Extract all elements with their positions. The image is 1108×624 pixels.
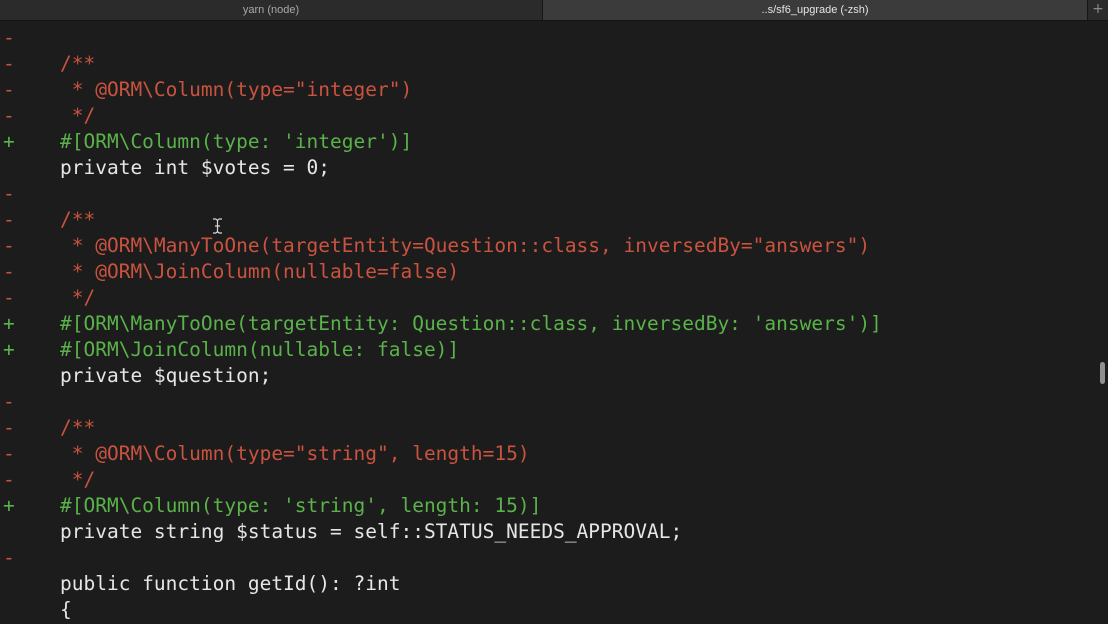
- diff-marker: +: [3, 312, 15, 335]
- diff-line-added: + #[ORM\JoinColumn(nullable: false)]: [0, 337, 1090, 363]
- diff-line-added: + #[ORM\Column(type: 'string', length: 15…: [0, 493, 1090, 519]
- code-text: private int $votes = 0;: [60, 156, 331, 179]
- diff-line-removed: - */: [0, 467, 1090, 493]
- diff-line-context: {: [0, 597, 1090, 623]
- code-text: */: [60, 286, 96, 309]
- diff-marker: -: [3, 234, 15, 257]
- diff-marker: -: [3, 208, 15, 231]
- diff-marker: -: [3, 52, 15, 75]
- diff-line-removed: - /**: [0, 415, 1090, 441]
- diff-marker: -: [3, 416, 15, 439]
- diff-marker: -: [3, 442, 15, 465]
- code-text: private $question;: [60, 364, 272, 387]
- code-text: #[ORM\ManyToOne(targetEntity: Question::…: [60, 312, 882, 335]
- diff-line-context: private int $votes = 0;: [0, 155, 1090, 181]
- diff-marker: -: [3, 468, 15, 491]
- code-text: * @ORM\ManyToOne(targetEntity=Question::…: [60, 234, 871, 257]
- diff-marker: +: [3, 494, 15, 517]
- code-text: private string $status = self::STATUS_NE…: [60, 520, 683, 543]
- diff-line-removed: - */: [0, 285, 1090, 311]
- code-text: */: [60, 104, 96, 127]
- diff-marker: +: [3, 338, 15, 361]
- scrollbar-thumb[interactable]: [1100, 362, 1105, 384]
- tab-yarn-node[interactable]: yarn (node): [0, 0, 543, 20]
- diff-line-removed: -: [0, 389, 1090, 415]
- diff-line-removed: - * @ORM\Column(type="string", length=15…: [0, 441, 1090, 467]
- diff-marker: -: [3, 78, 15, 101]
- diff-line-removed: - /**: [0, 207, 1090, 233]
- diff-line-removed: -: [0, 545, 1090, 571]
- tab-bar: yarn (node) ..s/sf6_upgrade (-zsh) +: [0, 0, 1108, 21]
- diff-line-removed: - */: [0, 103, 1090, 129]
- diff-marker: -: [3, 546, 15, 569]
- code-text: #[ORM\Column(type: 'string', length: 15)…: [60, 494, 542, 517]
- code-text: public function getId(): ?int: [60, 572, 401, 595]
- code-text: * @ORM\JoinColumn(nullable=false): [60, 260, 460, 283]
- diff-line-context: private string $status = self::STATUS_NE…: [0, 519, 1090, 545]
- diff-line-removed: -: [0, 181, 1090, 207]
- code-text: * @ORM\Column(type="string", length=15): [60, 442, 530, 465]
- diff-line-removed: -: [0, 25, 1090, 51]
- diff-marker: -: [3, 26, 15, 49]
- diff-marker: +: [3, 130, 15, 153]
- diff-line-added: + #[ORM\Column(type: 'integer')]: [0, 129, 1090, 155]
- diff-line-removed: - * @ORM\ManyToOne(targetEntity=Question…: [0, 233, 1090, 259]
- diff-marker: -: [3, 390, 15, 413]
- code-text: #[ORM\Column(type: 'integer')]: [60, 130, 413, 153]
- diff-line-removed: - * @ORM\JoinColumn(nullable=false): [0, 259, 1090, 285]
- diff-marker: -: [3, 182, 15, 205]
- diff-marker: -: [3, 286, 15, 309]
- code-text: /**: [60, 416, 96, 439]
- code-text: /**: [60, 208, 96, 231]
- diff-line-context: private $question;: [0, 363, 1090, 389]
- tab-sf6-upgrade-zsh[interactable]: ..s/sf6_upgrade (-zsh): [543, 0, 1087, 20]
- code-text: #[ORM\JoinColumn(nullable: false)]: [60, 338, 460, 361]
- diff-marker: -: [3, 260, 15, 283]
- code-text: /**: [60, 52, 96, 75]
- code-text: * @ORM\Column(type="integer"): [60, 78, 413, 101]
- terminal-window: yarn (node) ..s/sf6_upgrade (-zsh) + - - /…: [0, 0, 1108, 624]
- diff-marker: -: [3, 104, 15, 127]
- diff-line-removed: - * @ORM\Column(type="integer"): [0, 77, 1090, 103]
- diff-line-context: public function getId(): ?int: [0, 571, 1090, 597]
- text-cursor-icon: [213, 218, 222, 234]
- code-text: {: [60, 598, 72, 621]
- diff-output: - -/** - * @ORM\Column(type="integer") - */…: [0, 22, 1108, 624]
- plus-icon[interactable]: +: [1087, 0, 1108, 20]
- diff-line-removed: - /**: [0, 51, 1090, 77]
- diff-line-added: + #[ORM\ManyToOne(targetEntity: Question:…: [0, 311, 1090, 337]
- code-text: */: [60, 468, 96, 491]
